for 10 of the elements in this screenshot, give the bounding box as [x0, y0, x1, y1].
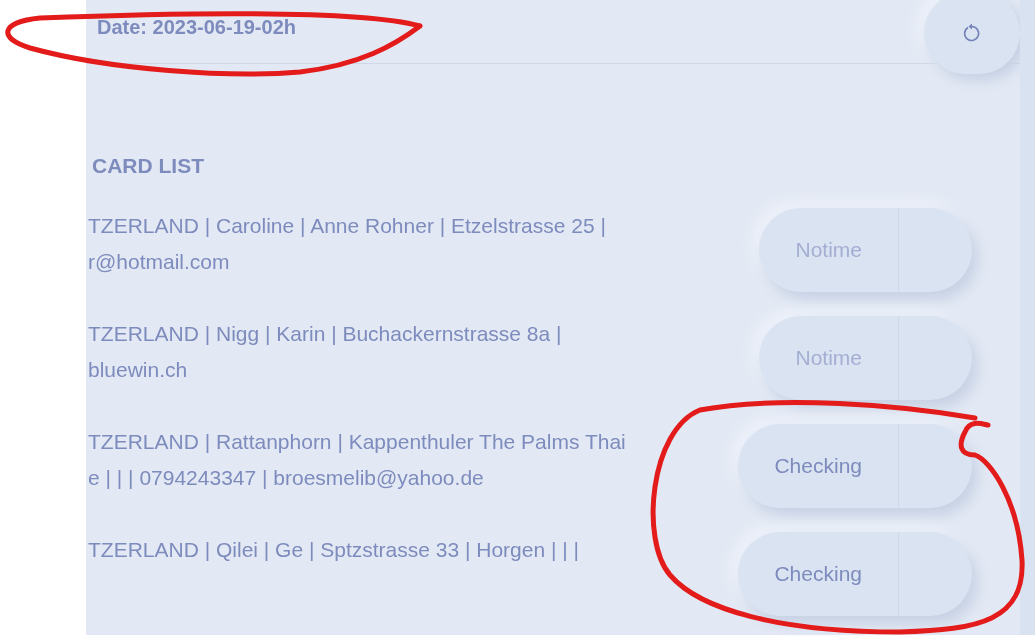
card-list-title: CARD LIST	[92, 154, 205, 178]
reload-icon	[962, 22, 982, 44]
status-button[interactable]: Checking	[738, 424, 972, 508]
card-entry: TZERLAND | Rattanphorn | Kappenthuler The Palms Thai e | | | 0794243347 | broesmelib@yahoo.de	[87, 429, 627, 491]
date-label: Date: 2023-06-19-02h	[97, 16, 296, 39]
card-entry: TZERLAND | Caroline | Anne Rohner | Etzelstrasse 25 | r@hotmail.com	[87, 213, 607, 275]
card-entry: TZERLAND | Nigg | Karin | Buchackernstrasse 8a | bluewin.ch	[87, 321, 563, 383]
status-button[interactable]: Checking	[738, 532, 972, 616]
card-entry: TZERLAND | Qilei | Ge | Sptzstrasse 33 | Horgen | | |	[87, 537, 580, 563]
reload-button[interactable]	[924, 0, 1020, 74]
